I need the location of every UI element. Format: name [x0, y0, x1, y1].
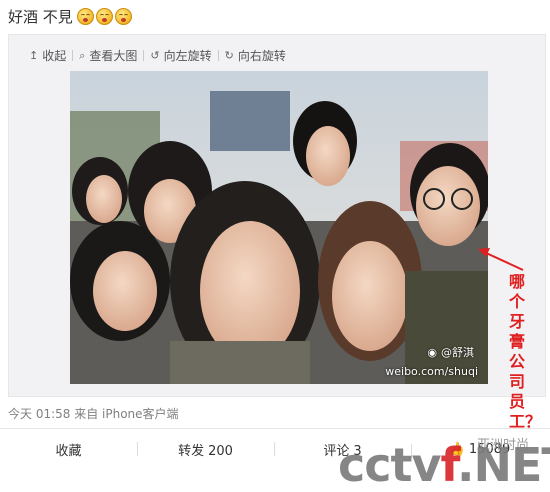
post-photo[interactable]: ◉ @舒淇 weibo.com/shuqi [70, 71, 488, 384]
photo-watermark-url: weibo.com/shuqi [385, 365, 478, 378]
annotation-text: 哪个牙膏公司员工？ [509, 272, 542, 431]
magnifier-icon: ⌕ [79, 48, 86, 62]
favorite-button[interactable]: 收藏 [0, 440, 137, 459]
rotate-right-button[interactable]: ↻ 向右旋转 [219, 47, 292, 64]
group-selfie-image [70, 71, 488, 384]
post-text-content: 好酒 不見 [8, 8, 73, 26]
drunk-face-emoji-icon [114, 8, 132, 25]
media-viewer: ↥ 收起 ⌕ 查看大图 ↺ 向左旋转 ↻ 向右旋转 ◉ @舒淇 weibo.co… [8, 34, 546, 397]
rotate-right-icon: ↻ [224, 49, 234, 62]
thumbs-up-icon: 👍 [448, 441, 465, 457]
media-toolbar: ↥ 收起 ⌕ 查看大图 ↺ 向左旋转 ↻ 向右旋转 [23, 47, 292, 64]
weibo-logo-icon: ◉ [427, 345, 437, 359]
collapse-button[interactable]: ↥ 收起 [23, 47, 72, 64]
comment-button[interactable]: 评论 3 [274, 440, 411, 459]
like-button[interactable]: 👍 15089 [411, 441, 548, 458]
rotate-left-button[interactable]: ↺ 向左旋转 [144, 47, 217, 64]
photo-watermark-user: ◉ @舒淇 [427, 345, 474, 360]
emoji-row [76, 8, 132, 25]
collapse-up-icon: ↥ [29, 49, 39, 62]
repost-button[interactable]: 转发 200 [137, 440, 274, 459]
post-meta: 今天 01:58 来自 iPhone客户端 [8, 407, 179, 421]
post-action-bar: 收藏 转发 200 评论 3 👍 15089 [0, 428, 550, 469]
view-large-button[interactable]: ⌕ 查看大图 [73, 47, 143, 64]
annotation-arrow-icon [478, 248, 524, 271]
drunk-face-emoji-icon [76, 8, 94, 25]
post-text: 好酒 不見 [8, 6, 132, 27]
rotate-left-icon: ↺ [150, 49, 160, 62]
drunk-face-emoji-icon [95, 8, 113, 25]
